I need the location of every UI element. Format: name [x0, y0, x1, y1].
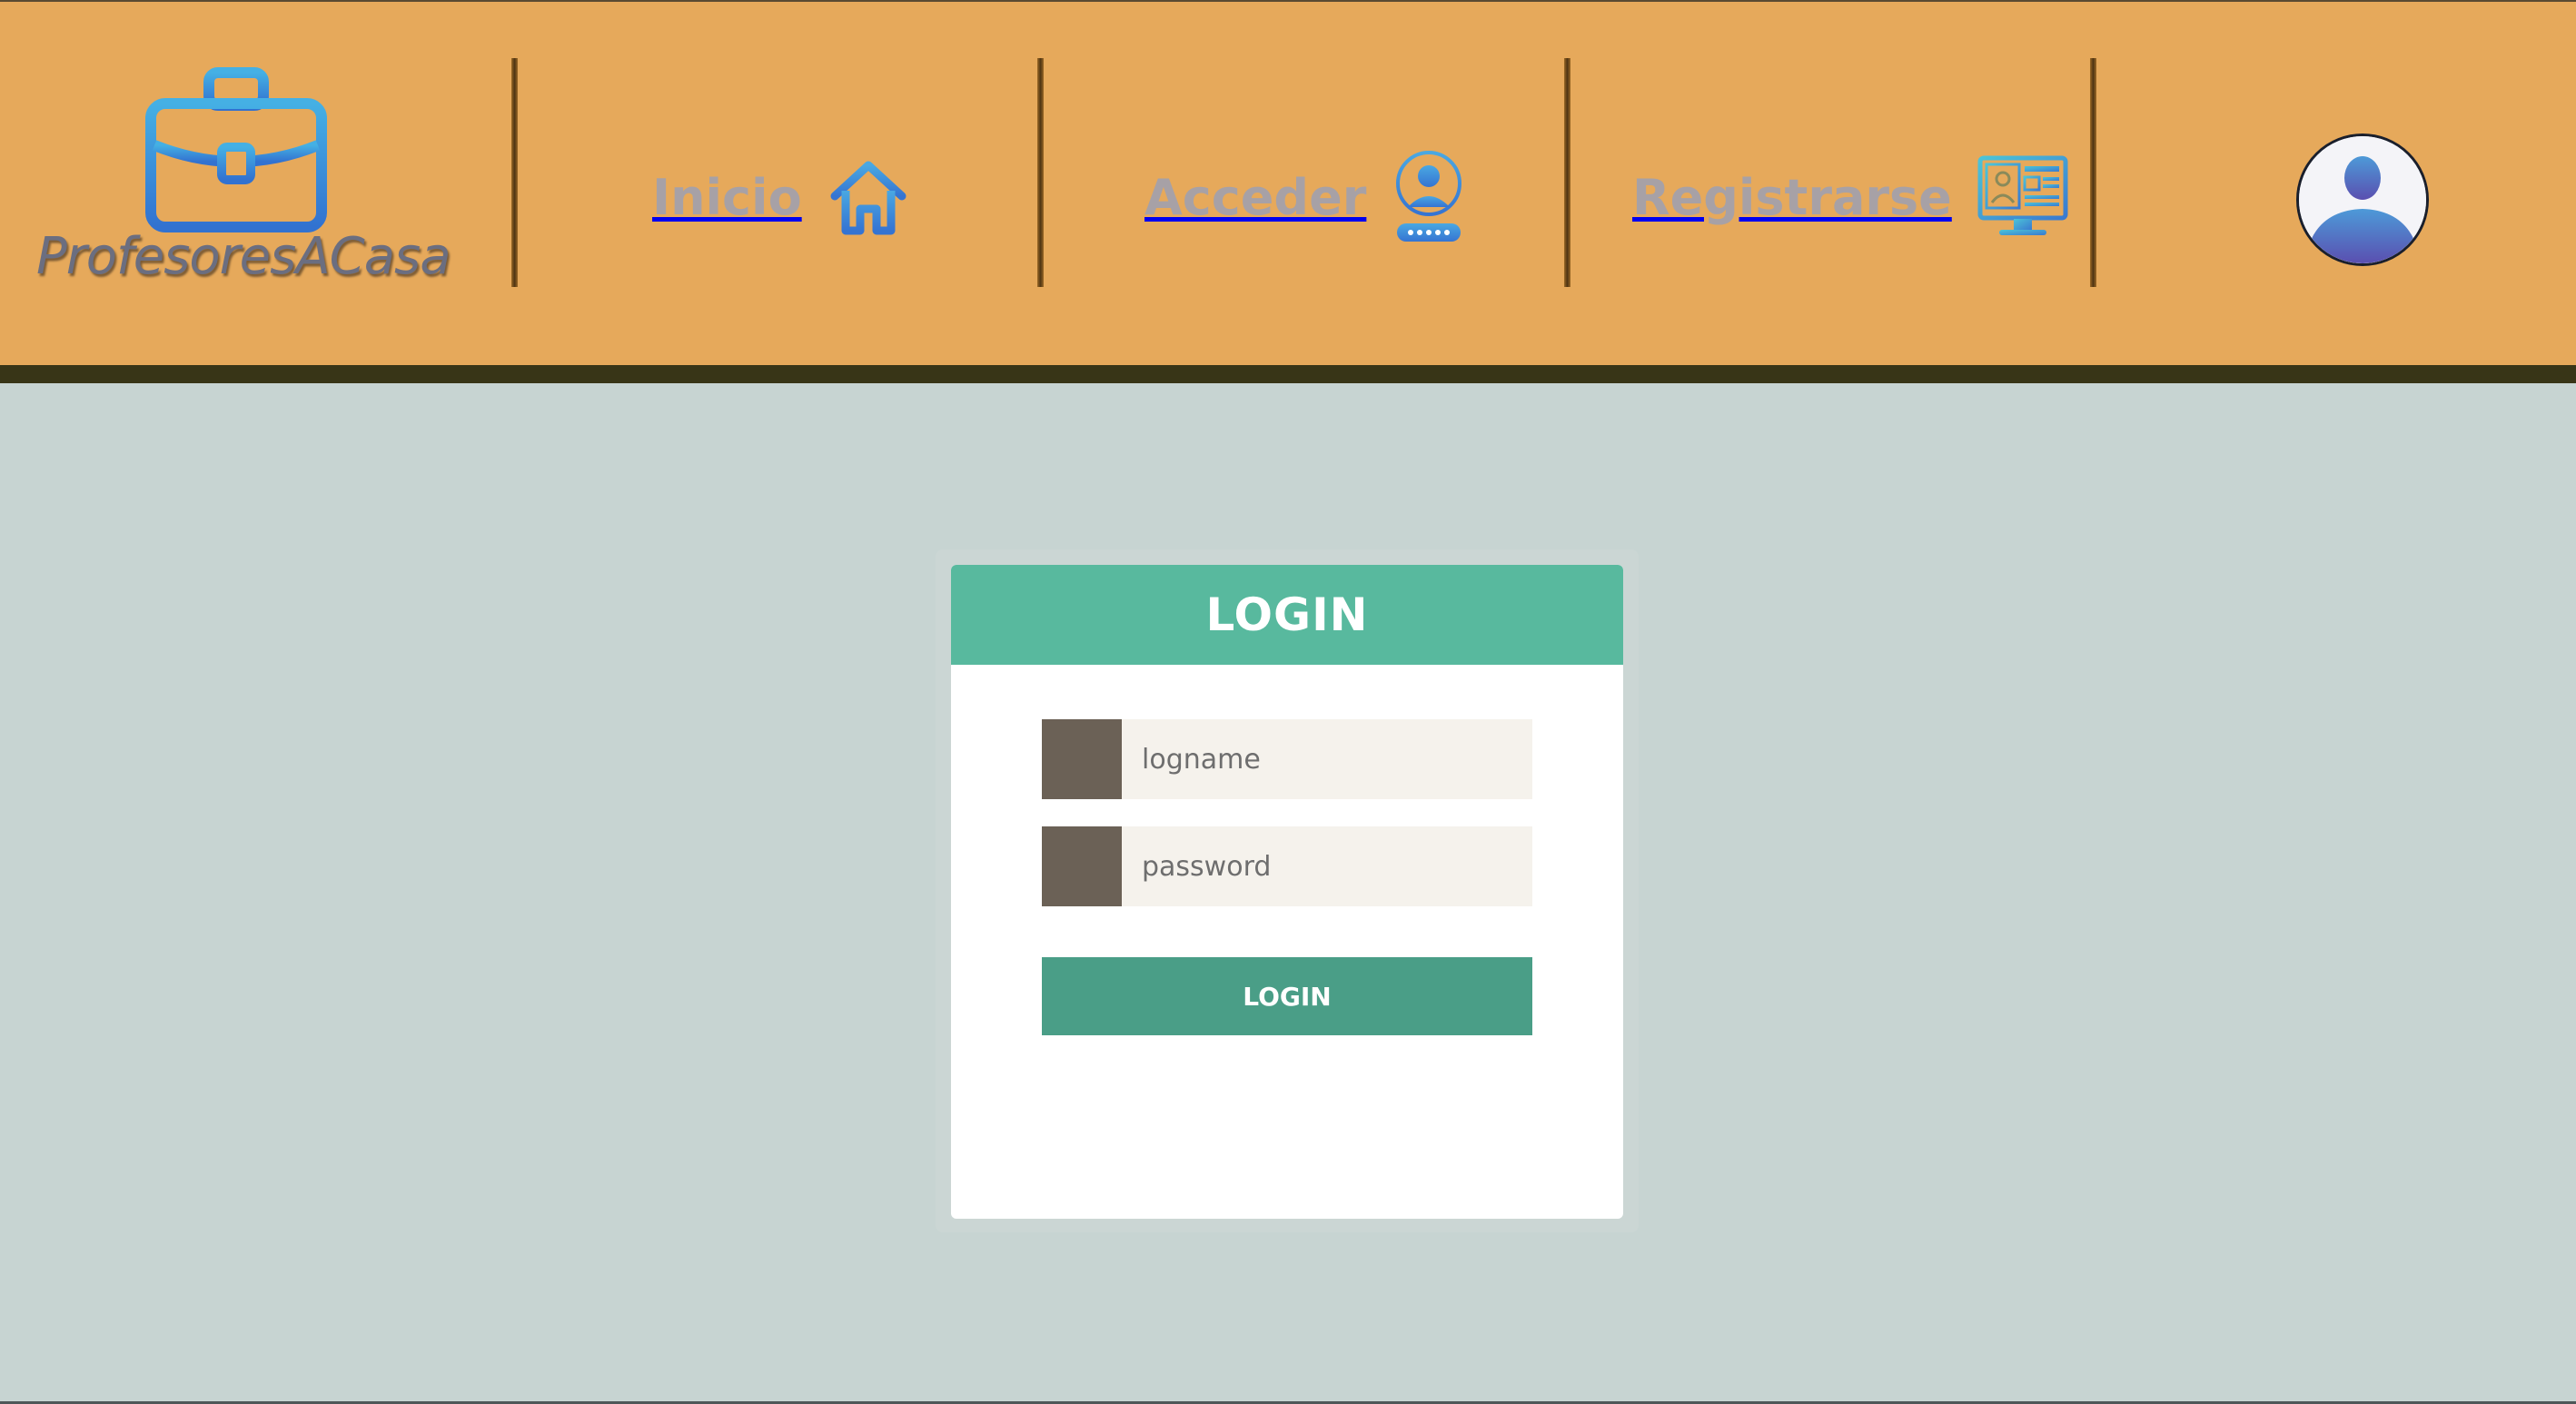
- login-card-header: LOGIN: [951, 565, 1623, 665]
- password-field-group: [1042, 826, 1532, 906]
- nav-acceder[interactable]: Acceder: [1144, 138, 1466, 256]
- briefcase-icon: [145, 67, 327, 232]
- nav-acceder-label: Acceder: [1144, 168, 1367, 226]
- nav-divider: [2090, 58, 2096, 287]
- user-avatar-icon: [2299, 136, 2426, 263]
- login-button[interactable]: LOGIN: [1042, 957, 1532, 1035]
- nav-divider: [1564, 58, 1570, 287]
- password-input[interactable]: [1122, 826, 1532, 906]
- header-bottom-rule: [0, 365, 2576, 383]
- user-login-icon: [1396, 151, 1462, 242]
- nav-divider: [1037, 58, 1044, 287]
- logname-input[interactable]: [1122, 719, 1532, 799]
- nav-registrarse[interactable]: Registrarse: [1632, 138, 2068, 256]
- login-title: LOGIN: [1205, 588, 1369, 641]
- nav-inicio-label: Inicio: [652, 168, 802, 226]
- nav-registrarse-label: Registrarse: [1632, 168, 1952, 226]
- site-header: ProfesoresACasa Inicio Acceder Registrar…: [0, 2, 2576, 365]
- login-card: LOGIN LOGIN: [951, 565, 1623, 1219]
- logname-field-group: [1042, 719, 1532, 799]
- register-monitor-icon: [1977, 155, 2068, 235]
- user-field-icon: [1042, 719, 1122, 799]
- logo-text: ProfesoresACasa: [36, 227, 451, 286]
- user-avatar-button[interactable]: [2296, 133, 2429, 266]
- nav-divider: [511, 58, 518, 287]
- home-icon: [830, 161, 907, 235]
- lock-field-icon: [1042, 826, 1122, 906]
- nav-inicio[interactable]: Inicio: [652, 138, 909, 256]
